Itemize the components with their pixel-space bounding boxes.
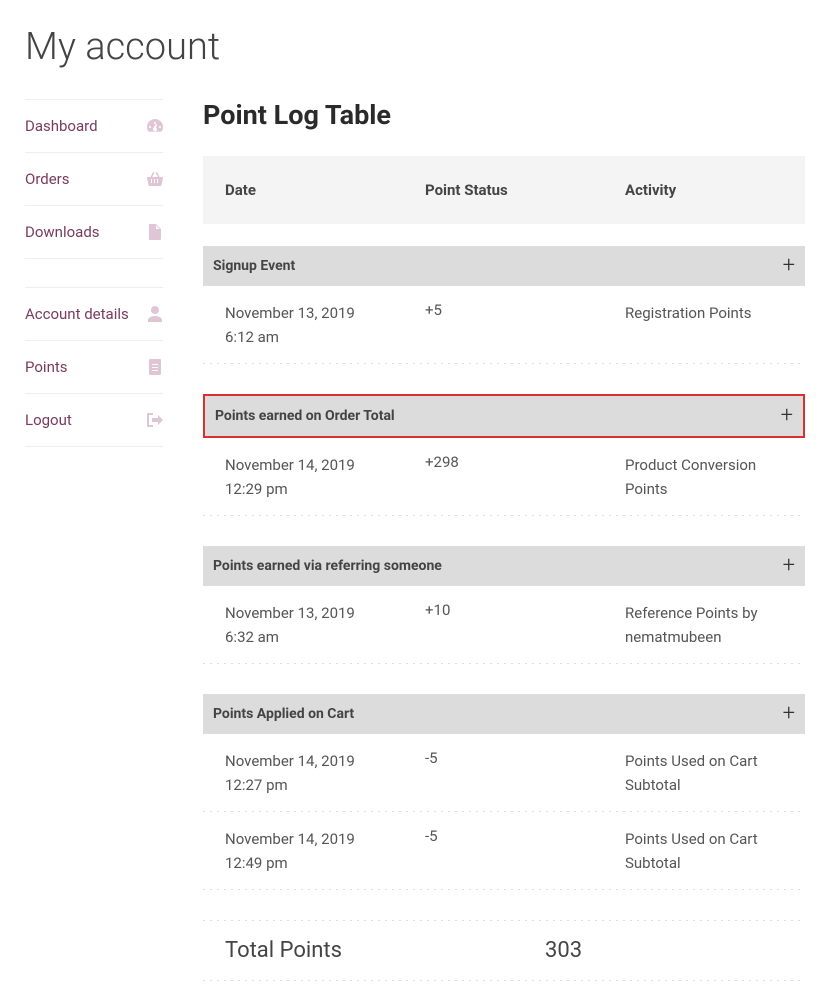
section-header[interactable]: Points Applied on Cart + [203,694,805,734]
table-row: November 14, 201912:27 pm-5Points Used o… [203,734,805,812]
totals-value: 303 [545,938,582,963]
user-icon [147,306,163,322]
cell-activity: Product Conversion Points [625,453,783,501]
section: Points earned on Order Total + November 14… [203,394,805,516]
sidebar: Dashboard Orders Downloads Account detai… [25,99,163,981]
date-line1: November 13, 2019 [225,601,425,625]
cell-date: November 13, 20196:32 am [225,601,425,649]
cell-activity: Points Used on Cart Subtotal [625,749,783,797]
sidebar-item-downloads[interactable]: Downloads [25,205,163,258]
section-header[interactable]: Points earned on Order Total + [203,394,805,438]
sidebar-item-label: Account details [25,305,129,323]
expand-icon[interactable]: + [783,703,795,725]
date-line1: November 13, 2019 [225,301,425,325]
cell-date: November 14, 201912:27 pm [225,749,425,797]
cell-date: November 14, 201912:49 pm [225,827,425,875]
cell-date: November 14, 201912:29 pm [225,453,425,501]
table-row: November 14, 201912:29 pm+298Product Con… [203,438,805,516]
section: Points Applied on Cart + November 14, 2019… [203,694,805,890]
cell-status: +10 [425,601,625,649]
basket-icon [147,171,163,187]
section-title: Points earned on Order Total [215,408,395,424]
main-title: Point Log Table [203,99,805,131]
section-title: Points Applied on Cart [213,706,354,722]
cell-activity: Reference Points by nematmubeen [625,601,783,649]
expand-icon[interactable]: + [783,555,795,577]
doc-icon [147,359,163,375]
cell-status: +298 [425,453,625,501]
cell-activity: Points Used on Cart Subtotal [625,827,783,875]
section-title: Points earned via referring someone [213,558,442,574]
sidebar-item-logout[interactable]: Logout [25,393,163,447]
sidebar-item-points[interactable]: Points [25,340,163,393]
section-header[interactable]: Signup Event + [203,246,805,286]
cell-activity: Registration Points [625,301,783,349]
sidebar-item-label: Downloads [25,223,100,241]
dashboard-icon [147,118,163,134]
date-line1: November 14, 2019 [225,749,425,773]
signout-icon [147,412,163,428]
page-title: My account [25,25,805,69]
date-line1: November 14, 2019 [225,453,425,477]
sidebar-item-dashboard[interactable]: Dashboard [25,99,163,152]
section: Points earned via referring someone + Nove… [203,546,805,664]
date-line2: 12:27 pm [225,773,425,797]
expand-icon[interactable]: + [783,255,795,277]
table-header: Date Point Status Activity [203,156,805,224]
sidebar-item-label: Logout [25,411,72,429]
sidebar-item-label: Orders [25,170,70,188]
column-header-date: Date [225,181,425,199]
main-content: Point Log Table Date Point Status Activi… [203,99,805,981]
section-title: Signup Event [213,258,295,274]
totals-label: Total Points [225,938,545,963]
sidebar-item-label: Points [25,358,68,376]
cell-status: -5 [425,749,625,797]
table-row: November 13, 20196:32 am+10Reference Poi… [203,586,805,664]
date-line2: 12:49 pm [225,851,425,875]
sidebar-item-orders[interactable]: Orders [25,152,163,205]
cell-status: -5 [425,827,625,875]
file-icon [147,224,163,240]
sidebar-item-account-details[interactable]: Account details [25,287,163,340]
date-line2: 12:29 pm [225,477,425,501]
date-line2: 6:32 am [225,625,425,649]
cell-status: +5 [425,301,625,349]
section-header[interactable]: Points earned via referring someone + [203,546,805,586]
table-row: November 14, 201912:49 pm-5Points Used o… [203,812,805,890]
table-row: November 13, 20196:12 am+5Registration P… [203,286,805,364]
date-line1: November 14, 2019 [225,827,425,851]
cell-date: November 13, 20196:12 am [225,301,425,349]
expand-icon[interactable]: + [781,405,793,427]
column-header-activity: Activity [625,181,783,199]
column-header-status: Point Status [425,181,625,199]
sidebar-item-label: Dashboard [25,117,98,135]
sidebar-item-blank [25,258,163,287]
date-line2: 6:12 am [225,325,425,349]
section: Signup Event + November 13, 20196:12 am+5R… [203,246,805,364]
